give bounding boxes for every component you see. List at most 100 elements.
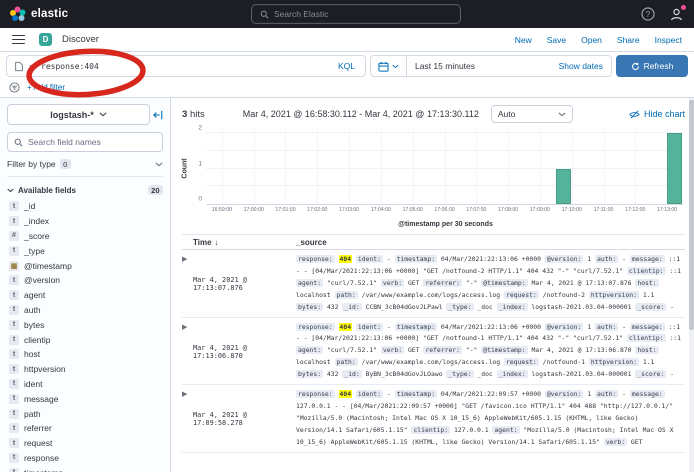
search-icon [260,10,269,19]
histogram-bar[interactable] [667,133,682,204]
page-scrollbar[interactable] [689,98,694,472]
nav-action-inspect[interactable]: Inspect [655,35,682,45]
source-field-key: auth: [595,390,618,398]
field-item-_score[interactable]: # _score [7,229,163,244]
string-field-icon: t [9,216,19,226]
show-dates-button[interactable]: Show dates [551,61,611,71]
field-item-request[interactable]: t request [7,436,163,451]
field-name: response [24,453,59,463]
collapse-sidebar-icon[interactable] [153,110,163,120]
help-icon[interactable]: ? [641,7,655,21]
table-row: ▶ Mar 4, 2021 @ 17:09:58.278 response: 4… [182,385,685,453]
field-name: timestamp [24,468,63,472]
source-field-key: ident: [356,323,383,331]
menu-icon[interactable] [12,35,25,45]
nav-action-share[interactable]: Share [617,35,640,45]
add-filter-button[interactable]: + Add filter [27,83,65,92]
field-search-placeholder: Search field names [28,137,101,147]
index-pattern-select[interactable]: logstash-* [7,104,150,125]
x-tick-label: 17:09:00 [530,207,550,213]
hide-chart-button[interactable]: Hide chart [629,109,685,120]
source-field-key: clientip: [627,334,666,342]
date-quick-select-button[interactable] [371,56,407,76]
field-item-httpversion[interactable]: t httpversion [7,362,163,377]
field-item-_type[interactable]: t _type [7,243,163,258]
field-item-@timestamp[interactable]: ▦ @timestamp [7,258,163,273]
source-field-key: timestamp: [395,255,437,263]
string-field-icon: t [9,364,19,374]
string-field-icon: t [9,201,19,211]
hits-number: 3 [182,109,187,120]
source-field-key: referrer: [423,279,462,287]
string-field-icon: t [9,305,19,315]
query-text[interactable]: response:404 [41,62,330,71]
source-field-key: path: [335,291,358,299]
doc-table-body: ▶ Mar 4, 2021 @ 17:13:07.876 response: 4… [182,250,685,453]
source-field-key: message: [630,323,665,331]
source-field-value: 1 [587,255,591,263]
query-language-button[interactable]: KQL [335,61,358,71]
field-name: _index [24,216,49,226]
field-item-_index[interactable]: t _index [7,214,163,229]
x-tick-label: 17:05:00 [403,207,423,213]
source-field-value: "-" [466,279,478,287]
source-field-value: - [387,390,391,398]
scrollbar-thumb[interactable] [689,100,694,330]
refresh-button[interactable]: Refresh [616,55,688,77]
x-axis-title: @timestamp per 30 seconds [206,221,685,228]
table-header-row: Time ↓ _source [182,235,685,250]
field-item-@version[interactable]: t @version [7,273,163,288]
field-item-_id[interactable]: t _id [7,199,163,214]
page-title: Discover [62,34,99,45]
date-field-icon: ▦ [9,261,19,271]
available-fields-header[interactable]: Available fields 20 [7,185,163,195]
chevron-down-icon[interactable] [29,64,36,69]
field-item-clientip[interactable]: t clientip [7,332,163,347]
user-avatar[interactable] [669,7,684,22]
field-name: _type [24,246,45,256]
global-header: elastic Search Elastic ? [0,0,694,28]
source-column-header[interactable]: _source [296,238,685,247]
string-field-icon: t [9,349,19,359]
elastic-brand[interactable]: elastic [10,6,68,22]
nav-action-save[interactable]: Save [547,35,566,45]
time-column-header[interactable]: Time ↓ [193,238,296,247]
index-pattern-label: logstash-* [50,110,94,120]
field-item-response[interactable]: t response [7,451,163,466]
field-item-path[interactable]: t path [7,406,163,421]
field-item-host[interactable]: t host [7,347,163,362]
field-name: host [24,349,40,359]
string-field-icon: t [9,453,19,463]
saved-query-icon[interactable] [14,61,24,72]
hits-word: hits [190,109,205,120]
field-name: request [24,438,52,448]
source-field-key: path: [335,358,358,366]
source-field-key: agent: [296,279,323,287]
filter-by-type-toggle[interactable]: Filter by type 0 [7,159,163,177]
y-tick-label: 0 [198,196,202,203]
filter-options-icon[interactable] [9,82,20,93]
nav-action-new[interactable]: New [515,35,532,45]
field-item-ident[interactable]: t ident [7,377,163,392]
field-search-input[interactable]: Search field names [7,132,163,152]
field-item-bytes[interactable]: t bytes [7,317,163,332]
expand-row-icon[interactable]: ▶ [182,254,193,314]
gridline [222,129,223,204]
discover-main-panel: 3 hits Mar 4, 2021 @ 16:58:30.112 - Mar … [171,98,694,472]
field-item-timestamp[interactable]: t timestamp [7,465,163,472]
source-field-value: Mar 4, 2021 @ 17:13:07.876 [531,279,631,287]
global-search-input[interactable]: Search Elastic [252,5,460,23]
field-item-auth[interactable]: t auth [7,303,163,318]
nav-action-open[interactable]: Open [581,35,602,45]
histogram-bar[interactable] [556,169,571,205]
sort-descending-icon[interactable]: ↓ [215,238,219,247]
histogram-chart[interactable]: Count 01216:59:0017:00:0017:01:0017:02:0… [182,127,685,231]
field-item-message[interactable]: t message [7,391,163,406]
interval-select[interactable]: Auto [491,105,573,123]
field-item-agent[interactable]: t agent [7,288,163,303]
expand-row-icon[interactable]: ▶ [182,322,193,382]
time-range-value[interactable]: Last 15 minutes [407,61,551,71]
field-item-referrer[interactable]: t referrer [7,421,163,436]
query-input[interactable]: response:404 KQL [6,55,366,77]
expand-row-icon[interactable]: ▶ [182,389,193,449]
